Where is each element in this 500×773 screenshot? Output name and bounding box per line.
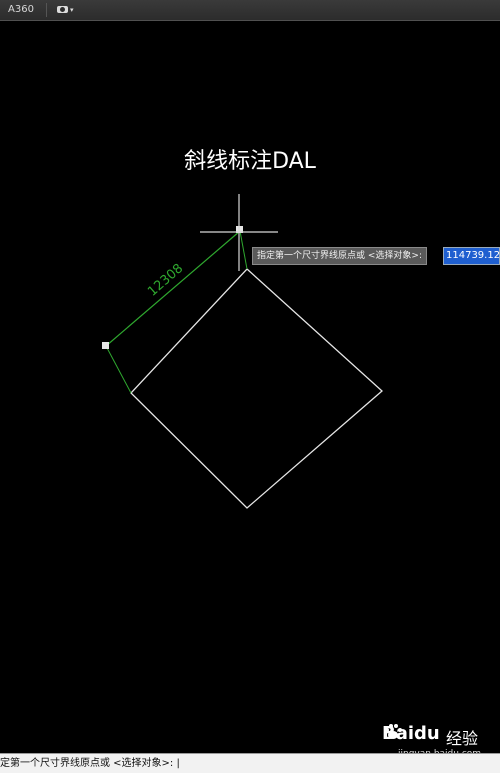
drawing-title: 斜线标注DAL: [184, 149, 316, 174]
watermark-brand: 经验: [446, 729, 479, 748]
dimension-text: 12308: [145, 261, 186, 299]
camera-dropdown-button[interactable]: ▾: [55, 2, 83, 18]
tab-divider: [46, 3, 47, 17]
camera-icon: [57, 6, 68, 13]
extension-line-2: [239, 230, 248, 270]
rotated-square: [130, 268, 383, 509]
chevron-down-icon: ▾: [70, 6, 74, 14]
paw-icon: [385, 724, 402, 739]
coordinate-input[interactable]: 114739.121: [443, 247, 500, 265]
drawing-canvas[interactable]: 12308 斜线标注DAL 指定第一个尺寸界线原点或 <选择对象>: 11473…: [0, 21, 500, 759]
title-bar: A360 ▾: [0, 0, 500, 21]
command-line[interactable]: 定第一个尺寸界线原点或 <选择对象>: |: [0, 753, 500, 773]
dimension-line: [105, 230, 241, 347]
tab-a360[interactable]: A360: [0, 0, 44, 20]
extension-line-1: [105, 345, 132, 394]
grip-marker-left: [102, 342, 109, 349]
drawing-svg: 12308: [102, 194, 383, 509]
command-tooltip: 指定第一个尺寸界线原点或 <选择对象>:: [252, 247, 427, 265]
